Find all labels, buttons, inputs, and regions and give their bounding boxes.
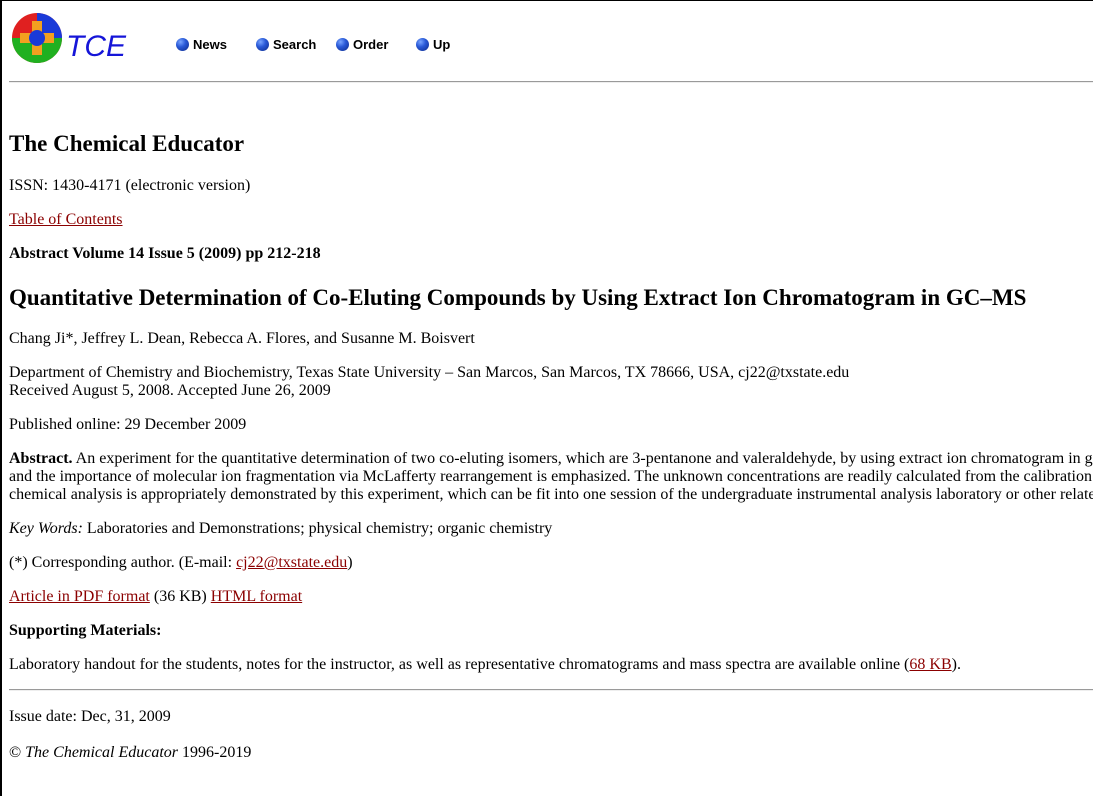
copyright: © The Chemical Educator 1996-2019 (9, 744, 251, 762)
download-links: Article in PDF format (36 KB) HTML forma… (9, 588, 302, 606)
abstract-label: Abstract. (9, 450, 73, 467)
header-divider (9, 81, 1093, 83)
logo-text[interactable]: TCE (66, 32, 126, 62)
received-accepted: Received August 5, 2008. Accepted June 2… (9, 382, 331, 399)
article-title: Quantitative Determination of Co-Eluting… (9, 285, 1027, 310)
issue-date: Issue date: Dec, 31, 2009 (9, 708, 171, 725)
keywords-text: Laboratories and Demonstrations; physica… (82, 520, 553, 537)
html-link[interactable]: HTML format (211, 588, 302, 605)
authors: Chang Ji*, Jeffrey L. Dean, Rebecca A. F… (9, 330, 475, 347)
bullet-icon (336, 37, 349, 51)
supporting-suffix: ). (951, 656, 961, 673)
footer-divider (9, 689, 1093, 691)
pdf-link[interactable]: Article in PDF format (9, 588, 150, 605)
supporting-heading: Supporting Materials: (9, 622, 162, 639)
corresponding-suffix: ) (347, 554, 353, 571)
supporting-description: Laboratory handout for the students, not… (9, 656, 910, 673)
copyright-symbol: © (9, 744, 26, 761)
nav-news-label: News (193, 36, 227, 52)
keywords-label: Key Words: (9, 520, 83, 537)
table-of-contents-link[interactable]: Table of Contents (9, 211, 123, 228)
toc-link-wrap: Table of Contents (9, 211, 123, 229)
affiliation: Department of Chemistry and Biochemistry… (9, 364, 850, 381)
abstract-line-2: and the importance of molecular ion frag… (9, 468, 1092, 485)
supporting-file-link[interactable]: 68 KB (909, 656, 951, 673)
keywords: Key Words: Laboratories and Demonstratio… (9, 520, 552, 538)
copyright-name: The Chemical Educator (25, 744, 179, 761)
published-online: Published online: 29 December 2009 (9, 416, 247, 433)
author-email-link[interactable]: cj22@txstate.edu (236, 554, 347, 571)
pdf-size: (36 KB) (149, 588, 211, 605)
copyright-years: 1996-2019 (178, 744, 252, 761)
abstract-line-3: chemical analysis is appropriately demon… (9, 486, 1093, 503)
journal-title: The Chemical Educator (9, 131, 245, 156)
nav-search[interactable]: Search (256, 35, 316, 53)
nav-up[interactable]: Up (416, 35, 450, 53)
abstract-reference: Abstract Volume 14 Issue 5 (2009) pp 212… (9, 245, 321, 262)
nav-search-label: Search (273, 36, 317, 52)
abstract-text-1: An experiment for the quantitative deter… (72, 450, 1093, 467)
corresponding-author: (*) Corresponding author. (E-mail: cj22@… (9, 554, 353, 572)
nav-order[interactable]: Order (336, 35, 388, 53)
issn-text: ISSN: 1430-4171 (electronic version) (9, 177, 251, 194)
bullet-icon (256, 37, 269, 51)
abstract-line-1: Abstract. An experiment for the quantita… (9, 450, 1093, 468)
nav-news[interactable]: News (176, 35, 227, 53)
nav-order-label: Order (353, 36, 389, 52)
supporting-text: Laboratory handout for the students, not… (9, 656, 961, 674)
site-header: TCE News Search Order Up (0, 0, 1093, 82)
abstract-paragraph: Abstract. An experiment for the quantita… (9, 450, 1093, 504)
bullet-icon (176, 37, 189, 51)
tce-logo-icon[interactable] (11, 12, 63, 64)
bullet-icon (416, 37, 429, 51)
nav-up-label: Up (433, 36, 451, 52)
corresponding-prefix: (*) Corresponding author. (E-mail: (9, 554, 237, 571)
